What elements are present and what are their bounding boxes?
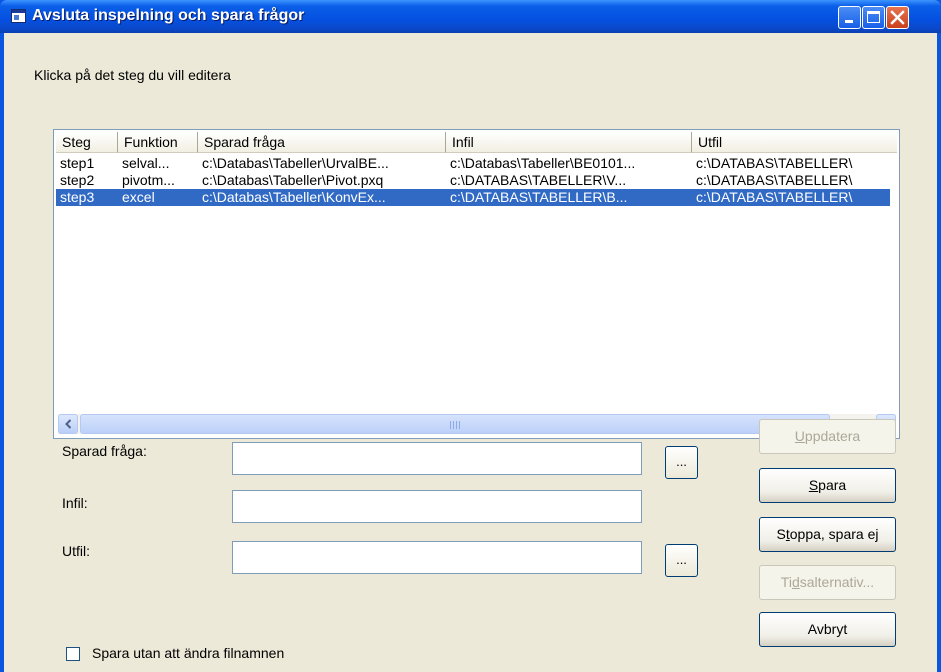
scroll-thumb[interactable] [80, 414, 830, 434]
cell-steg: step1 [60, 155, 95, 171]
cell-funktion: excel [122, 189, 155, 205]
spara-button[interactable]: Spara [759, 468, 896, 503]
steps-listview[interactable]: Steg Funktion Sparad fråga Infil Utfil s… [53, 129, 900, 439]
scroll-left-button[interactable] [58, 414, 78, 434]
sparad-fraga-label: Sparad fråga: [62, 443, 147, 459]
cell-sparad-fraga: c:\Databas\Tabeller\KonvEx... [202, 189, 386, 205]
cell-infil: c:\Databas\Tabeller\BE0101... [450, 155, 636, 171]
cell-funktion: selval... [122, 155, 170, 171]
column-header-steg[interactable]: Steg [56, 132, 118, 153]
spara-accelerator: S [808, 477, 819, 493]
tidsalternativ-label: salternativ... [799, 574, 875, 590]
column-header-funktion[interactable]: Funktion [118, 132, 198, 153]
cell-steg: step2 [60, 172, 95, 188]
dialog-body: Klicka på det steg du vill editera Steg … [4, 33, 937, 672]
maximize-button[interactable] [862, 6, 885, 29]
uppdatera-button[interactable]: Uppdatera [759, 419, 896, 454]
window-icon [11, 9, 26, 23]
stoppa-spara-ej-button[interactable]: Stoppa, spara ej [759, 517, 896, 552]
sparad-fraga-input[interactable] [232, 442, 642, 475]
list-row-step1[interactable]: step1 selval... c:\Databas\Tabeller\Urva… [56, 155, 890, 172]
tidsalternativ-accelerator: d [791, 574, 800, 590]
cell-sparad-fraga: c:\Databas\Tabeller\UrvalBE... [202, 155, 389, 171]
infil-label: Infil: [62, 495, 88, 511]
browse-utfil-button[interactable]: ... [665, 544, 698, 577]
list-row-step2[interactable]: step2 pivotm... c:\Databas\Tabeller\Pivo… [56, 172, 890, 189]
minimize-button[interactable] [838, 6, 861, 29]
stoppa-label-pre: S [776, 526, 786, 542]
cell-funktion: pivotm... [122, 172, 175, 188]
uppdatera-label: ppdatera [804, 428, 861, 444]
cell-infil: c:\DATABAS\TABELLER\B... [450, 189, 628, 205]
cell-sparad-fraga: c:\Databas\Tabeller\Pivot.pxq [202, 172, 384, 188]
title-bar[interactable]: Avsluta inspelning och spara frågor [0, 0, 941, 33]
spara-label: para [818, 477, 847, 493]
spara-utan-filnamn-checkbox[interactable] [66, 647, 80, 661]
avbryt-label: Avbryt [807, 621, 848, 637]
maximize-icon [867, 11, 880, 23]
column-header-utfil[interactable]: Utfil [692, 132, 897, 153]
dialog-window: Avsluta inspelning och spara frågor Klic… [0, 0, 941, 672]
cell-utfil: c:\DATABAS\TABELLER\ [696, 155, 853, 171]
cell-utfil: c:\DATABAS\TABELLER\ [696, 189, 853, 205]
spara-utan-filnamn-label[interactable]: Spara utan att ändra filnamnen [92, 645, 284, 661]
grip-icon [450, 421, 460, 429]
list-row-step3[interactable]: step3 excel c:\Databas\Tabeller\KonvEx..… [56, 189, 890, 206]
minimize-icon [845, 20, 853, 23]
cell-utfil: c:\DATABAS\TABELLER\ [696, 172, 853, 188]
list-header: Steg Funktion Sparad fråga Infil Utfil [56, 132, 897, 154]
column-header-sparad-fraga[interactable]: Sparad fråga [198, 132, 446, 153]
utfil-label: Utfil: [62, 543, 90, 559]
uppdatera-accelerator: U [794, 428, 805, 444]
close-button[interactable] [886, 6, 909, 29]
utfil-input[interactable] [232, 541, 642, 574]
avbryt-button[interactable]: Avbryt [759, 612, 896, 647]
tidsalternativ-button[interactable]: Tidsalternativ... [759, 565, 896, 600]
chevron-left-icon [65, 419, 72, 429]
cell-infil: c:\DATABAS\TABELLER\V... [450, 172, 627, 188]
close-icon [890, 10, 905, 25]
instruction-text: Klicka på det steg du vill editera [34, 67, 231, 83]
window-title: Avsluta inspelning och spara frågor [32, 7, 305, 24]
tidsalternativ-label-pre: Ti [780, 574, 792, 590]
stoppa-label: oppa, spara ej [789, 526, 879, 542]
browse-sparad-fraga-button[interactable]: ... [665, 446, 698, 479]
column-header-infil[interactable]: Infil [446, 132, 692, 153]
cell-steg: step3 [60, 189, 95, 205]
infil-input[interactable] [232, 490, 642, 523]
